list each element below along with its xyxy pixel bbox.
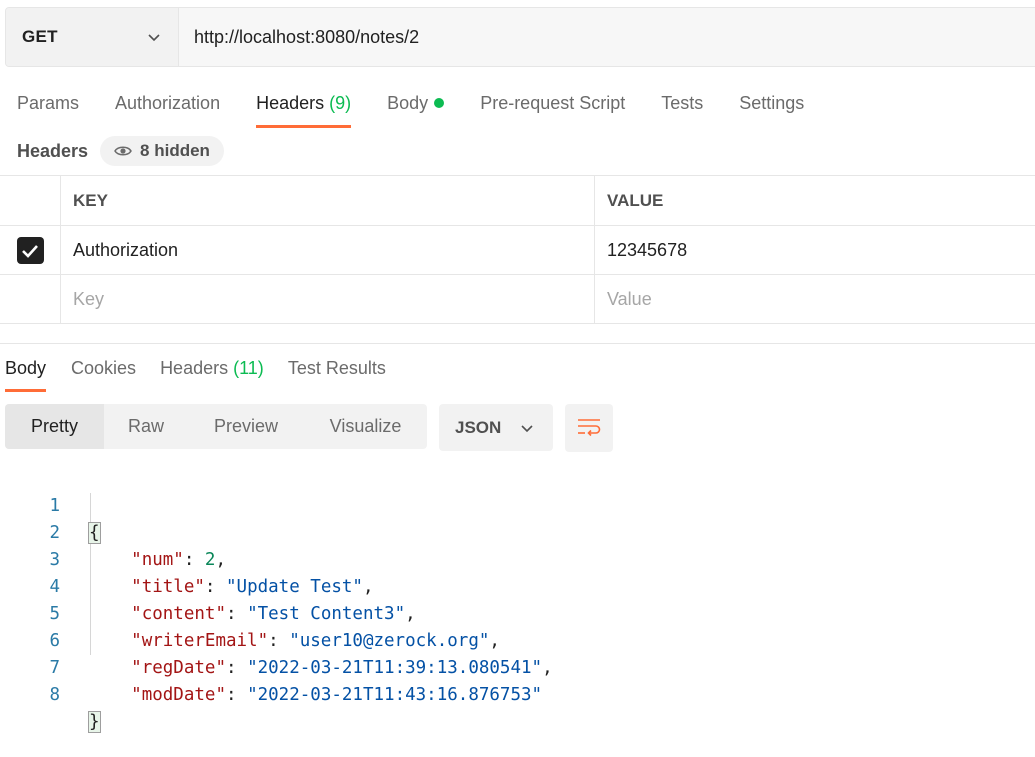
table-row-new: Key Value <box>0 274 1035 324</box>
code-text: "writerEmail": "user10@zerock.org", <box>131 631 500 651</box>
response-tab-test-results-label: Test Results <box>287 358 386 378</box>
header-checkbox-column <box>0 176 61 225</box>
header-value-cell[interactable]: 12345678 <box>595 226 1035 275</box>
json-value: "Update Test" <box>226 577 363 597</box>
json-value: "2022-03-21T11:39:13.080541" <box>247 658 543 678</box>
request-url-bar: GET <box>5 7 1035 67</box>
code-text: "num": 2, <box>131 550 227 570</box>
tab-headers-label: Headers <box>256 93 325 113</box>
eye-icon <box>114 146 132 156</box>
code-line: 5 "writerEmail": "user10@zerock.org", <box>0 574 499 651</box>
code-text: "title": "Update Test", <box>131 577 374 597</box>
response-tabs: Body Cookies Headers (11) Test Results <box>5 350 386 392</box>
tab-pre-request-label: Pre-request Script <box>480 93 626 113</box>
tab-headers[interactable]: Headers (9) <box>256 84 352 128</box>
json-key: "title" <box>131 577 205 597</box>
response-tab-test-results[interactable]: Test Results <box>288 350 386 392</box>
wrap-lines-icon <box>578 419 601 437</box>
request-tabs: Params Authorization Headers (9) Body Pr… <box>0 84 804 128</box>
tab-headers-count: (9) <box>329 93 352 113</box>
response-tab-body[interactable]: Body <box>5 350 47 392</box>
response-tab-headers[interactable]: Headers (11) <box>160 350 264 392</box>
tab-tests-label: Tests <box>661 93 704 113</box>
close-brace: } <box>88 711 101 733</box>
body-indicator-dot <box>434 98 445 108</box>
response-tab-body-label: Body <box>5 358 47 378</box>
tab-tests[interactable]: Tests <box>661 84 703 128</box>
headers-table-header-row: KEY VALUE <box>0 175 1035 225</box>
hidden-headers-toggle[interactable]: 8 hidden <box>100 136 224 166</box>
tab-settings-label: Settings <box>739 93 805 113</box>
method-label: GET <box>22 27 58 46</box>
code-line: 3 "title": "Update Test", <box>0 520 373 597</box>
response-tab-cookies-label: Cookies <box>71 358 137 378</box>
new-value-input[interactable]: Value <box>595 275 1035 323</box>
json-value: 2 <box>204 550 216 570</box>
headers-subheader: Headers 8 hidden <box>17 136 224 166</box>
tab-body[interactable]: Body <box>387 84 445 128</box>
view-mode-pretty[interactable]: Pretty <box>5 404 104 449</box>
method-select[interactable]: GET <box>6 8 179 66</box>
response-headers-count: (11) <box>233 358 264 378</box>
tab-params[interactable]: Params <box>17 84 79 128</box>
new-row-checkbox-cell <box>0 275 61 323</box>
json-value: "2022-03-21T11:43:16.876753" <box>247 685 543 705</box>
column-value: VALUE <box>607 190 664 210</box>
tab-settings[interactable]: Settings <box>739 84 804 128</box>
code-text: "regDate": "2022-03-21T11:39:13.080541", <box>131 658 553 678</box>
code-text: "content": "Test Content3", <box>131 604 416 624</box>
tab-params-label: Params <box>17 93 80 113</box>
code-line: 4 "content": "Test Content3", <box>0 547 415 624</box>
view-mode-visualize[interactable]: Visualize <box>304 404 427 449</box>
response-body-editor[interactable]: 1 { 2 "num": 2, 3 "title": "Update Test"… <box>0 466 553 733</box>
column-key: KEY <box>61 176 595 225</box>
format-dropdown[interactable]: JSON <box>439 404 553 451</box>
open-brace: { <box>88 522 101 544</box>
format-label: JSON <box>455 417 502 437</box>
view-mode-preview[interactable]: Preview <box>188 404 304 449</box>
section-divider <box>0 343 1035 344</box>
table-row: Authorization 12345678 <box>0 225 1035 275</box>
code-line: 6 "regDate": "2022-03-21T11:39:13.080541… <box>0 601 552 678</box>
response-tab-cookies[interactable]: Cookies <box>71 350 136 392</box>
chevron-down-icon <box>521 424 533 432</box>
json-key: "modDate" <box>131 685 226 705</box>
hidden-headers-label: 8 hidden <box>140 141 210 160</box>
code-text: { <box>88 520 101 547</box>
url-input[interactable] <box>179 8 1035 66</box>
json-key: "content" <box>131 604 226 624</box>
code-line: 1 { <box>0 466 101 544</box>
json-key: "regDate" <box>131 658 226 678</box>
header-key-cell[interactable]: Authorization <box>61 226 595 275</box>
tab-body-label: Body <box>387 93 429 113</box>
json-key: "writerEmail" <box>131 631 269 651</box>
tab-authorization[interactable]: Authorization <box>115 84 220 128</box>
line-number: 8 <box>49 685 60 705</box>
row-checkbox-cell <box>0 226 61 275</box>
json-key: "num" <box>131 550 184 570</box>
tab-authorization-label: Authorization <box>115 93 221 113</box>
code-text: "modDate": "2022-03-21T11:43:16.876753" <box>131 685 543 705</box>
new-key-input[interactable]: Key <box>61 275 595 323</box>
code-line: 8 } <box>0 655 101 733</box>
chevron-down-icon <box>148 34 160 42</box>
check-icon <box>22 244 38 258</box>
header-enabled-checkbox[interactable] <box>16 237 44 264</box>
code-line: 2 "num": 2, <box>0 493 226 570</box>
headers-section-title: Headers <box>17 140 89 161</box>
tab-pre-request-script[interactable]: Pre-request Script <box>480 84 625 128</box>
response-tab-headers-label: Headers <box>160 358 229 378</box>
view-mode-raw[interactable]: Raw <box>104 404 188 449</box>
code-line: 7 "modDate": "2022-03-21T11:43:16.876753… <box>0 628 542 705</box>
json-value: "user10@zerock.org" <box>289 631 490 651</box>
wrap-lines-button[interactable] <box>565 404 613 452</box>
code-text: } <box>88 709 101 736</box>
view-mode-selector: Pretty Raw Preview Visualize <box>5 404 427 449</box>
json-value: "Test Content3" <box>247 604 406 624</box>
